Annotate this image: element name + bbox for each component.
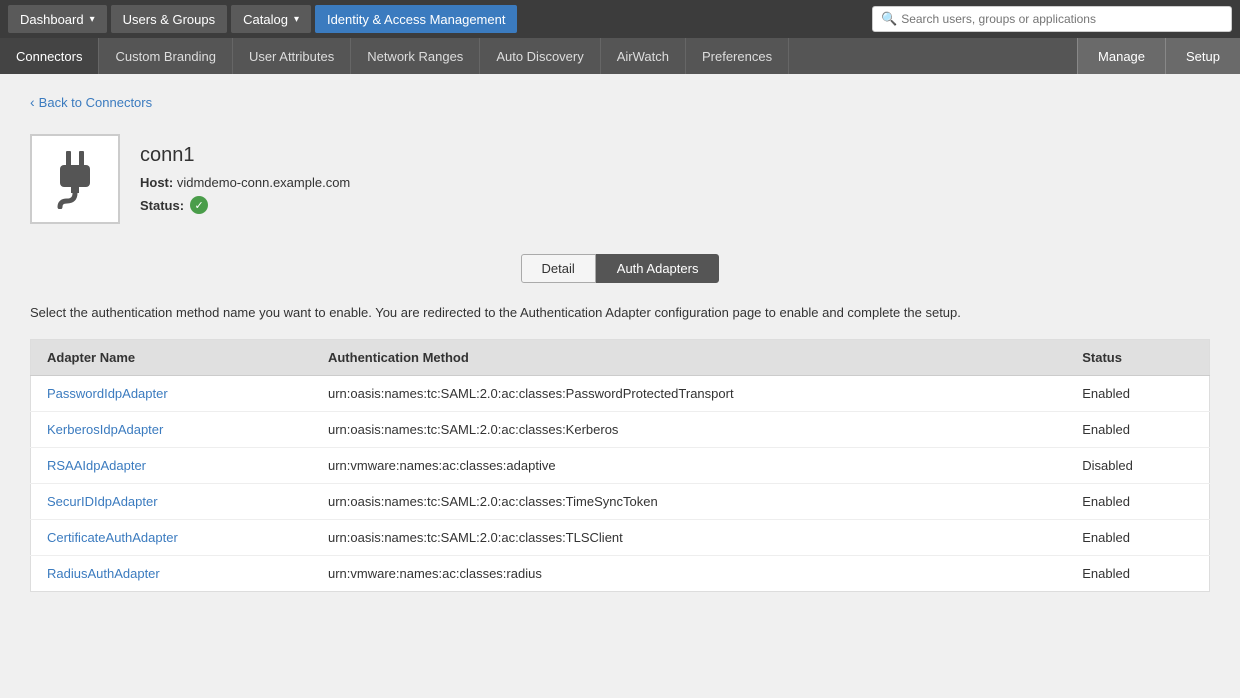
tabs-container: Detail Auth Adapters (30, 254, 1210, 283)
adapter-name-cell: KerberosIdpAdapter (31, 411, 312, 447)
top-navigation: Dashboard ▾ Users & Groups Catalog ▾ Ide… (0, 0, 1240, 38)
status-cell: Disabled (1066, 447, 1209, 483)
plug-icon (50, 149, 100, 209)
auth-method-cell: urn:oasis:names:tc:SAML:2.0:ac:classes:T… (312, 483, 1066, 519)
adapter-name-link[interactable]: CertificateAuthAdapter (47, 530, 178, 545)
table-header-row: Adapter Name Authentication Method Statu… (31, 339, 1210, 375)
catalog-chevron-icon: ▾ (294, 14, 299, 25)
table-row: CertificateAuthAdapter urn:oasis:names:tc… (31, 519, 1210, 555)
tab-auth-adapters[interactable]: Auth Adapters (596, 254, 720, 283)
preferences-label: Preferences (702, 49, 772, 64)
table-header: Adapter Name Authentication Method Statu… (31, 339, 1210, 375)
manage-button[interactable]: Manage (1077, 38, 1165, 74)
adapter-name-link[interactable]: KerberosIdpAdapter (47, 422, 163, 437)
col-header-auth-method: Authentication Method (312, 339, 1066, 375)
iam-button[interactable]: Identity & Access Management (315, 5, 517, 33)
auth-method-cell: urn:oasis:names:tc:SAML:2.0:ac:classes:K… (312, 411, 1066, 447)
status-ok-icon: ✓ (190, 196, 208, 214)
status-cell: Enabled (1066, 483, 1209, 519)
iam-label: Identity & Access Management (327, 12, 505, 27)
back-chevron-icon: ‹ (30, 94, 35, 110)
search-input[interactable] (901, 12, 1223, 26)
sidebar-item-connectors[interactable]: Connectors (0, 38, 99, 74)
sidebar-item-custom-branding[interactable]: Custom Branding (99, 38, 232, 74)
nav-right-actions: Manage Setup (1077, 38, 1240, 74)
back-to-connectors-link[interactable]: ‹ Back to Connectors (30, 94, 152, 110)
sidebar-item-preferences[interactable]: Preferences (686, 38, 789, 74)
auth-method-cell: urn:oasis:names:tc:SAML:2.0:ac:classes:P… (312, 375, 1066, 411)
adapter-name-cell: CertificateAuthAdapter (31, 519, 312, 555)
dashboard-chevron-icon: ▾ (90, 14, 95, 25)
adapter-name-link[interactable]: RadiusAuthAdapter (47, 566, 160, 581)
status-cell: Enabled (1066, 555, 1209, 591)
status-cell: Enabled (1066, 375, 1209, 411)
auth-method-cell: urn:vmware:names:ac:classes:adaptive (312, 447, 1066, 483)
status-cell: Enabled (1066, 411, 1209, 447)
adapter-name-cell: RadiusAuthAdapter (31, 555, 312, 591)
table-row: RadiusAuthAdapter urn:vmware:names:ac:cla… (31, 555, 1210, 591)
connector-host: Host: vidmdemo-conn.example.com (140, 175, 350, 190)
user-attributes-label: User Attributes (249, 49, 334, 64)
auto-discovery-label: Auto Discovery (496, 49, 583, 64)
main-content: ‹ Back to Connectors conn1 Host: vidmdem (0, 74, 1240, 698)
connector-name: conn1 (140, 144, 350, 167)
adapter-name-link[interactable]: RSAAIdpAdapter (47, 458, 146, 473)
table-body: PasswordIdpAdapter urn:oasis:names:tc:SAM… (31, 375, 1210, 591)
users-groups-label: Users & Groups (123, 12, 215, 27)
dashboard-label: Dashboard (20, 12, 84, 27)
dashboard-button[interactable]: Dashboard ▾ (8, 5, 107, 33)
network-ranges-label: Network Ranges (367, 49, 463, 64)
custom-branding-label: Custom Branding (115, 49, 215, 64)
adapter-name-link[interactable]: PasswordIdpAdapter (47, 386, 168, 401)
adapter-name-cell: PasswordIdpAdapter (31, 375, 312, 411)
auth-method-cell: urn:oasis:names:tc:SAML:2.0:ac:classes:T… (312, 519, 1066, 555)
sidebar-item-airwatch[interactable]: AirWatch (601, 38, 686, 74)
connector-details: conn1 Host: vidmdemo-conn.example.com St… (140, 134, 350, 214)
airwatch-label: AirWatch (617, 49, 669, 64)
auth-method-cell: urn:vmware:names:ac:classes:radius (312, 555, 1066, 591)
catalog-label: Catalog (243, 12, 288, 27)
connectors-label: Connectors (16, 49, 82, 64)
host-label: Host: (140, 175, 173, 190)
adapter-name-link[interactable]: SecurIDIdpAdapter (47, 494, 158, 509)
search-box: 🔍 (872, 6, 1232, 32)
second-navigation: Connectors Custom Branding User Attribut… (0, 38, 1240, 74)
table-row: SecurIDIdpAdapter urn:oasis:names:tc:SAML… (31, 483, 1210, 519)
col-header-adapter-name: Adapter Name (31, 339, 312, 375)
host-value: vidmdemo-conn.example.com (177, 175, 350, 190)
back-link-label: Back to Connectors (39, 95, 152, 110)
catalog-button[interactable]: Catalog ▾ (231, 5, 311, 33)
sidebar-item-network-ranges[interactable]: Network Ranges (351, 38, 480, 74)
connector-icon-box (30, 134, 120, 224)
status-cell: Enabled (1066, 519, 1209, 555)
sidebar-item-auto-discovery[interactable]: Auto Discovery (480, 38, 600, 74)
sidebar-item-user-attributes[interactable]: User Attributes (233, 38, 351, 74)
connector-status: Status: ✓ (140, 196, 350, 214)
table-row: KerberosIdpAdapter urn:oasis:names:tc:SAM… (31, 411, 1210, 447)
users-groups-button[interactable]: Users & Groups (111, 5, 227, 33)
col-header-status: Status (1066, 339, 1209, 375)
status-label: Status: (140, 198, 184, 213)
adapters-table: Adapter Name Authentication Method Statu… (30, 339, 1210, 592)
table-row: RSAAIdpAdapter urn:vmware:names:ac:classe… (31, 447, 1210, 483)
adapter-name-cell: SecurIDIdpAdapter (31, 483, 312, 519)
search-icon: 🔍 (881, 11, 897, 27)
connector-info-section: conn1 Host: vidmdemo-conn.example.com St… (30, 134, 1210, 224)
setup-button[interactable]: Setup (1165, 38, 1240, 74)
tab-detail[interactable]: Detail (521, 254, 596, 283)
table-row: PasswordIdpAdapter urn:oasis:names:tc:SAM… (31, 375, 1210, 411)
adapter-name-cell: RSAAIdpAdapter (31, 447, 312, 483)
description-text: Select the authentication method name yo… (30, 303, 1210, 323)
